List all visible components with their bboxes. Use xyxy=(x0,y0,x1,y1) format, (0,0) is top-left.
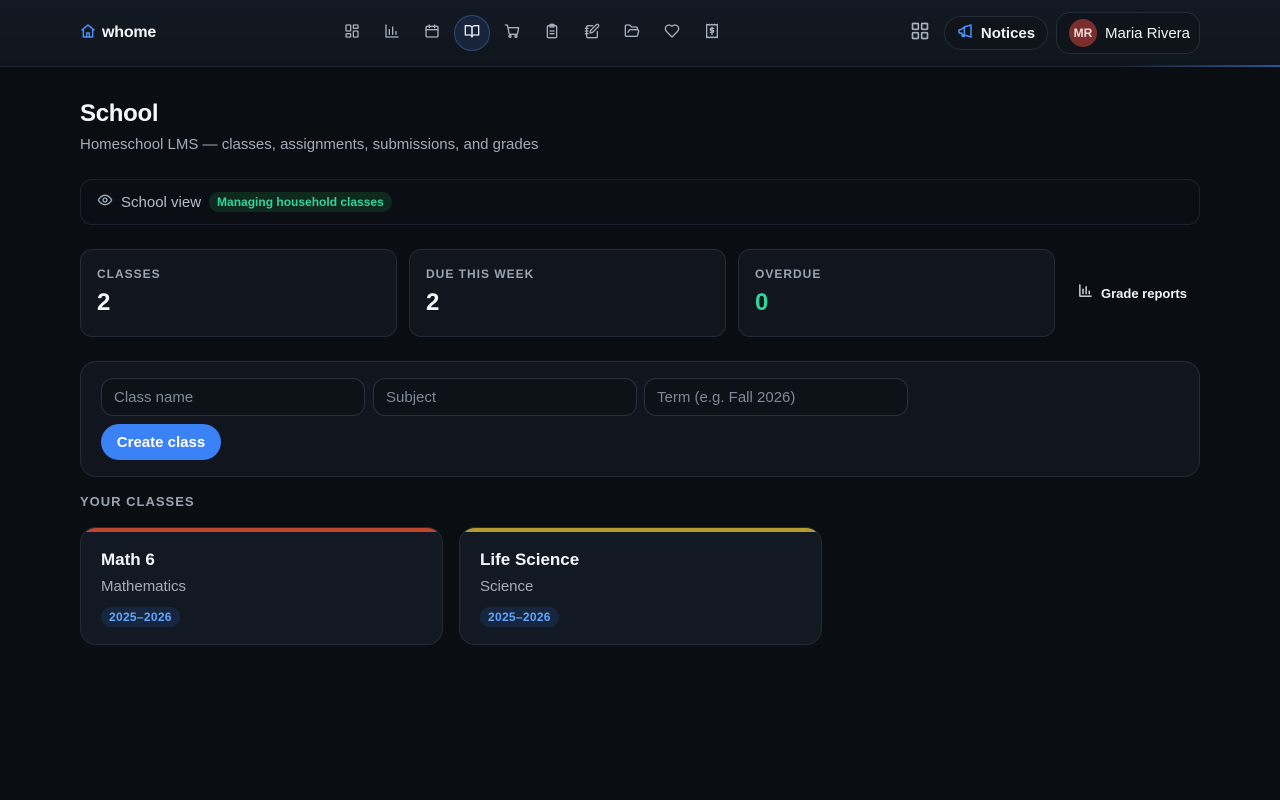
nav-calendar[interactable] xyxy=(414,15,450,51)
class-card-life-science[interactable]: Life Science Science 2025–2026 xyxy=(459,527,822,645)
class-name: Life Science xyxy=(480,550,580,569)
apps-menu-button[interactable] xyxy=(902,15,938,51)
term-input[interactable] xyxy=(644,378,908,416)
create-class-button[interactable]: Create class xyxy=(101,424,221,460)
nav-school[interactable] xyxy=(454,15,490,51)
nav-files[interactable] xyxy=(614,15,650,51)
folder-open-icon xyxy=(624,23,640,44)
class-name: Math 6 xyxy=(101,550,155,569)
main-nav xyxy=(334,15,730,51)
term-badge: 2025–2026 xyxy=(480,607,559,627)
class-color-stripe xyxy=(81,528,442,532)
stat-card-overdue: OVERDUE 0 xyxy=(738,249,1055,337)
class-subject: Mathematics xyxy=(101,578,187,595)
dashboard-icon xyxy=(344,23,360,44)
school-view-bar: School view Managing household classes xyxy=(80,179,1200,225)
home-icon xyxy=(80,23,96,44)
book-open-icon xyxy=(464,23,480,44)
section-heading-classes: YOUR CLASSES xyxy=(80,494,195,509)
nav-budget[interactable] xyxy=(694,15,730,51)
stat-value: 2 xyxy=(426,289,440,316)
status-badge: Managing household classes xyxy=(209,192,392,212)
stat-label: CLASSES xyxy=(97,267,161,281)
brand-name: whome xyxy=(102,24,157,41)
megaphone-icon xyxy=(957,23,973,44)
page-subtitle: Homeschool LMS — classes, assignments, s… xyxy=(80,136,539,153)
chart-icon xyxy=(384,23,400,44)
nav-notes[interactable] xyxy=(574,15,610,51)
stat-label: DUE THIS WEEK xyxy=(426,267,535,281)
chart-icon xyxy=(1078,283,1093,303)
grid-icon xyxy=(910,21,930,46)
class-color-stripe xyxy=(460,528,821,532)
clipboard-icon xyxy=(544,23,560,44)
create-class-form: Create class xyxy=(80,361,1200,477)
class-name-input[interactable] xyxy=(101,378,365,416)
notebook-pen-icon xyxy=(584,23,600,44)
nav-shopping[interactable] xyxy=(494,15,530,51)
user-name: Maria Rivera xyxy=(1105,24,1191,42)
page-title: School xyxy=(80,100,159,127)
school-view-label: School view xyxy=(121,193,202,211)
subject-input[interactable] xyxy=(373,378,637,416)
class-card-math-6[interactable]: Math 6 Mathematics 2025–2026 xyxy=(80,527,443,645)
term-badge: 2025–2026 xyxy=(101,607,180,627)
user-menu-button[interactable]: MR Maria Rivera xyxy=(1056,12,1200,54)
avatar: MR xyxy=(1069,19,1097,47)
stat-label: OVERDUE xyxy=(755,267,822,281)
nav-health[interactable] xyxy=(654,15,690,51)
nav-reports[interactable] xyxy=(374,15,410,51)
notices-button[interactable]: Notices xyxy=(944,16,1048,50)
heart-icon xyxy=(664,23,680,44)
top-bar: whome Notices MR Maria Rivera xyxy=(0,0,1280,67)
cart-icon xyxy=(504,23,520,44)
stat-value: 2 xyxy=(97,289,111,316)
grade-reports-button[interactable]: Grade reports xyxy=(1066,276,1199,310)
eye-icon xyxy=(97,192,113,213)
receipt-dollar-icon xyxy=(704,23,720,44)
class-subject: Science xyxy=(480,578,534,595)
brand[interactable]: whome xyxy=(80,22,156,44)
nav-tasks[interactable] xyxy=(534,15,570,51)
stat-card-due-this-week: DUE THIS WEEK 2 xyxy=(409,249,726,337)
nav-dashboard[interactable] xyxy=(334,15,370,51)
grade-reports-label: Grade reports xyxy=(1101,285,1187,301)
calendar-icon xyxy=(424,23,440,44)
stat-card-classes: CLASSES 2 xyxy=(80,249,397,337)
notices-label: Notices xyxy=(980,24,1036,42)
stat-value: 0 xyxy=(755,289,769,316)
